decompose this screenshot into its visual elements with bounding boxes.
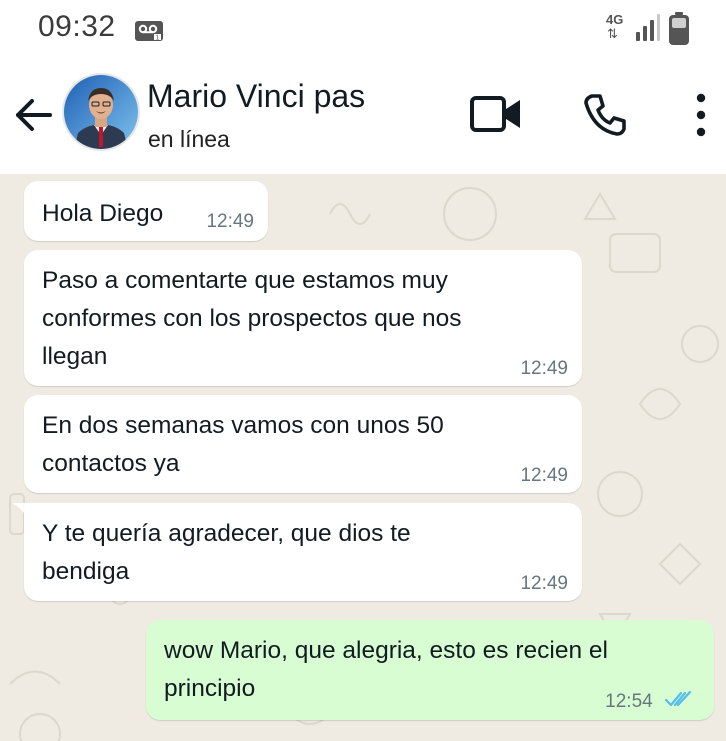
signal-icon xyxy=(634,14,660,47)
svg-text:1: 1 xyxy=(156,35,160,42)
back-button[interactable] xyxy=(12,93,56,137)
status-bar: 09:32 1 4G ⇅ xyxy=(0,0,726,62)
message-bubble-outgoing[interactable]: wow Mario, que alegria, esto es recien e… xyxy=(146,620,714,720)
avatar[interactable] xyxy=(62,73,140,151)
video-camera-icon xyxy=(468,96,524,140)
chat-header: Mario Vinci pas en línea xyxy=(0,62,726,174)
message-time: 12:49 xyxy=(520,465,568,486)
message-time: 12:49 xyxy=(520,573,568,594)
status-time: 09:32 xyxy=(38,10,116,43)
message-meta: 12:54 xyxy=(605,690,694,714)
message-bubble-incoming[interactable]: En dos semanas vamos con unos 50 contact… xyxy=(24,395,582,493)
chat-area[interactable]: Hola Diego 12:49 Paso a comentarte que e… xyxy=(0,174,726,741)
voicemail-icon: 1 xyxy=(134,20,164,47)
contact-status: en línea xyxy=(148,126,230,152)
message-text: Paso a comentarte que estamos muy confor… xyxy=(42,267,462,370)
read-receipt-ticks-icon xyxy=(664,690,694,714)
message-text: En dos semanas vamos con unos 50 contact… xyxy=(42,412,444,477)
more-vert-icon xyxy=(688,93,714,144)
message-bubble-incoming[interactable]: Y te quería agradecer, que dios te bendi… xyxy=(24,503,582,601)
network-activity-icon: ⇅ xyxy=(607,26,618,41)
phone-icon xyxy=(580,94,630,144)
voice-call-button[interactable] xyxy=(580,90,630,140)
contact-name[interactable]: Mario Vinci pas xyxy=(147,78,365,115)
message-time: 12:49 xyxy=(520,358,568,379)
message-text: Y te quería agradecer, que dios te bendi… xyxy=(42,520,411,585)
message-bubble-incoming[interactable]: Hola Diego 12:49 xyxy=(24,181,268,241)
video-call-button[interactable] xyxy=(468,92,524,136)
battery-icon xyxy=(668,12,690,51)
message-time: 12:54 xyxy=(605,691,653,713)
menu-button[interactable] xyxy=(688,90,714,140)
message-bubble-incoming[interactable]: Paso a comentarte que estamos muy confor… xyxy=(24,250,582,386)
network-type-label: 4G xyxy=(606,12,624,27)
message-time: 12:49 xyxy=(206,211,254,232)
back-arrow-icon xyxy=(12,99,56,141)
